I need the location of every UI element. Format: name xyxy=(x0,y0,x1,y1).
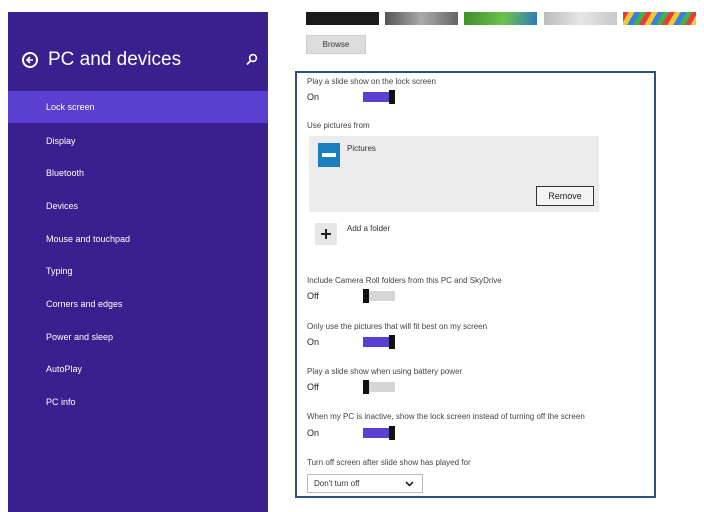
sidebar-item-display[interactable]: Display xyxy=(8,125,268,157)
search-icon[interactable] xyxy=(244,52,260,68)
sidebar-title: PC and devices xyxy=(48,49,182,70)
sidebar-item-label: AutoPlay xyxy=(46,364,83,374)
slideshow-label: Play a slide show on the lock screen xyxy=(307,77,436,86)
background-thumbnail-1[interactable] xyxy=(306,12,379,25)
inactive-state: On xyxy=(307,428,320,438)
battery-state: Off xyxy=(307,382,319,392)
sidebar-item-mouse-and-touchpad[interactable]: Mouse and touchpad xyxy=(8,223,268,255)
background-thumbnail-2[interactable] xyxy=(385,12,458,25)
back-arrow-icon[interactable] xyxy=(22,52,38,68)
fit-screen-toggle[interactable] xyxy=(363,335,395,349)
background-thumbnail-4[interactable] xyxy=(544,12,617,25)
turn-off-value: Don't turn off xyxy=(314,479,360,488)
sidebar: PC and devices Lock screen Display Bluet… xyxy=(8,12,268,512)
sidebar-item-devices[interactable]: Devices xyxy=(8,190,268,222)
sidebar-item-label: PC info xyxy=(46,397,76,407)
add-folder-icon[interactable] xyxy=(315,223,337,245)
sidebar-header: PC and devices xyxy=(8,48,268,78)
sidebar-item-label: Bluetooth xyxy=(46,168,85,178)
background-thumbnail-3[interactable] xyxy=(464,12,537,25)
turn-off-label: Turn off screen after slide show has pla… xyxy=(307,458,471,467)
slideshow-state: On xyxy=(307,92,320,102)
battery-label: Play a slide show when using battery pow… xyxy=(307,367,463,376)
chevron-down-icon xyxy=(405,481,414,487)
sidebar-item-label: Display xyxy=(46,136,76,146)
pictures-folder-icon xyxy=(318,143,340,167)
sidebar-item-label: Power and sleep xyxy=(46,332,114,342)
sidebar-item-lock-screen[interactable]: Lock screen xyxy=(8,91,268,123)
sidebar-item-autoplay[interactable]: AutoPlay xyxy=(8,353,268,385)
camera-roll-toggle[interactable] xyxy=(363,289,395,303)
sidebar-item-power-and-sleep[interactable]: Power and sleep xyxy=(8,321,268,353)
sidebar-item-label: Typing xyxy=(46,266,73,276)
use-pictures-label: Use pictures from xyxy=(307,121,370,130)
sidebar-item-label: Corners and edges xyxy=(46,299,123,309)
pictures-folder-tile[interactable]: Pictures Remove xyxy=(309,136,599,212)
sidebar-item-bluetooth[interactable]: Bluetooth xyxy=(8,157,268,189)
sidebar-item-corners-and-edges[interactable]: Corners and edges xyxy=(8,288,268,320)
pictures-folder-name: Pictures xyxy=(347,144,376,153)
sidebar-item-label: Devices xyxy=(46,201,79,211)
fit-screen-state: On xyxy=(307,337,320,347)
turn-off-dropdown[interactable]: Don't turn off xyxy=(307,474,423,493)
add-folder-label[interactable]: Add a folder xyxy=(347,224,390,233)
camera-roll-label: Include Camera Roll folders from this PC… xyxy=(307,276,502,285)
sidebar-item-label: Lock screen xyxy=(46,102,95,112)
camera-roll-state: Off xyxy=(307,291,319,301)
sidebar-item-label: Mouse and touchpad xyxy=(46,234,131,244)
browse-button[interactable]: Browse xyxy=(306,35,366,54)
slideshow-toggle[interactable] xyxy=(363,90,395,104)
background-thumbnail-5[interactable] xyxy=(623,12,696,25)
sidebar-item-typing[interactable]: Typing xyxy=(8,255,268,287)
remove-button[interactable]: Remove xyxy=(536,186,594,206)
slideshow-settings-panel: Play a slide show on the lock screen On … xyxy=(295,71,656,498)
fit-screen-label: Only use the pictures that will fit best… xyxy=(307,322,488,331)
sidebar-item-pc-info[interactable]: PC info xyxy=(8,386,268,418)
battery-toggle[interactable] xyxy=(363,380,395,394)
inactive-toggle[interactable] xyxy=(363,426,395,440)
inactive-label: When my PC is inactive, show the lock sc… xyxy=(307,412,585,421)
